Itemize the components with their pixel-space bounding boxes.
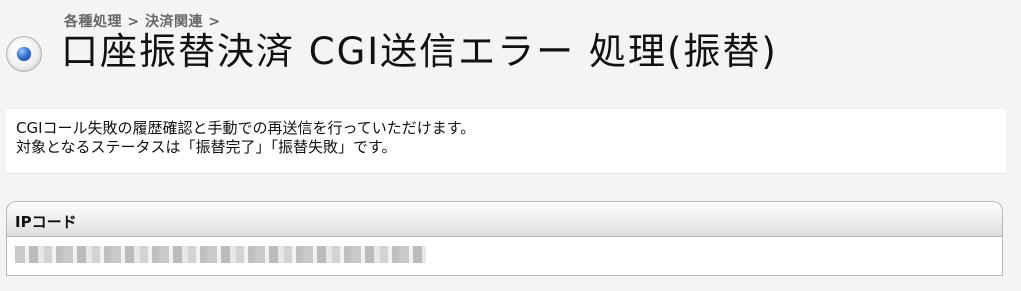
radio-dot-icon bbox=[17, 47, 31, 61]
description-line-2: 対象となるステータスは「振替完了」「振替失敗」です。 bbox=[16, 138, 397, 156]
ip-code-table: IPコード bbox=[6, 201, 1003, 277]
table-header: IPコード bbox=[6, 201, 1003, 236]
description-panel: CGIコール失敗の履歴確認と手動での再送信を行っていただけます。 対象となるステ… bbox=[6, 108, 1006, 174]
description-line-1: CGIコール失敗の履歴確認と手動での再送信を行っていただけます。 bbox=[16, 119, 476, 137]
redacted-ip-code bbox=[15, 246, 426, 263]
breadcrumb: 各種処理 > 決済関連 > bbox=[64, 14, 221, 30]
table-row bbox=[6, 236, 1003, 276]
page-title: 口座振替決済 CGI送信エラー 処理(振替) bbox=[61, 30, 778, 73]
radio-icon bbox=[6, 36, 42, 72]
ip-code-header-label: IPコード bbox=[15, 213, 77, 231]
page-header: 各種処理 > 決済関連 > 口座振替決済 CGI送信エラー 処理(振替) bbox=[6, 8, 1006, 80]
